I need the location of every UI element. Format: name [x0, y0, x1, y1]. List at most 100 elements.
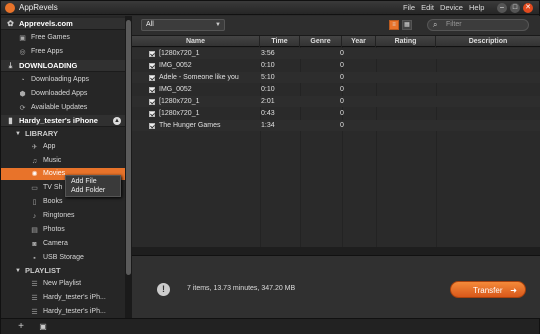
screen-icon[interactable]: ▣: [37, 321, 49, 332]
close-button[interactable]: ✕: [523, 3, 533, 13]
column-name[interactable]: Name: [132, 36, 260, 47]
playlist-icon: ☰: [31, 309, 38, 316]
row-checkbox[interactable]: [149, 123, 155, 129]
cell-time: 2:01: [261, 98, 275, 105]
arrow-right-icon: ➜: [510, 286, 517, 295]
sidebar-item-downloaded-apps[interactable]: ⬢ Downloaded Apps: [1, 88, 125, 100]
menu-edit[interactable]: Edit: [421, 3, 434, 12]
add-icon[interactable]: +: [15, 321, 27, 332]
cell-time: 0:10: [261, 62, 275, 69]
sidebar-device[interactable]: ▮ Hardy_tester's iPhone ▲: [1, 115, 125, 127]
table-row[interactable]: The Hunger Games 1:34 0: [132, 120, 540, 131]
filter-dropdown-value: All: [146, 21, 154, 28]
column-year[interactable]: Year: [342, 36, 376, 47]
row-checkbox[interactable]: [149, 63, 155, 69]
info-icon: !: [157, 283, 170, 296]
transfer-button[interactable]: Transfer ➜: [450, 281, 526, 298]
column-description[interactable]: Description: [436, 36, 540, 47]
sidebar-section-downloading[interactable]: ⤓ DOWNLOADING: [1, 60, 125, 72]
downloading-icon: ◔: [20, 77, 25, 84]
sidebar-scrollbar[interactable]: [125, 16, 132, 318]
grid-view-icon[interactable]: ▦: [402, 20, 412, 30]
device-name: Hardy_tester's iPhone: [19, 116, 98, 125]
playlist-label: PLAYLIST: [25, 266, 61, 275]
sidebar-item-camera[interactable]: ◙ Camera: [1, 238, 125, 250]
list-view-icon[interactable]: ≡: [389, 20, 399, 30]
sidebar-item-free-apps[interactable]: ◎ Free Apps: [1, 46, 125, 58]
table-row[interactable]: [1280x720_1 3:56 0: [132, 48, 540, 59]
sidebar-item-free-games[interactable]: ▣ Free Games: [1, 32, 125, 44]
title-bar: AppRevels File Edit Device Help – □ ✕: [1, 1, 539, 15]
window-controls: – □ ✕: [497, 3, 533, 13]
playlist-icon: ☰: [31, 281, 38, 288]
sidebar-item-photos[interactable]: ▤ Photos: [1, 224, 125, 236]
row-checkbox[interactable]: [149, 99, 155, 105]
playlist-item-hardy-1[interactable]: ☰ Hardy_tester's iPh...: [1, 292, 125, 304]
sidebar-item-label: Movies: [43, 170, 66, 177]
sidebar: ✿ Apprevels.com ▣ Free Games ◎ Free Apps…: [1, 16, 125, 318]
cell-year: 0: [340, 110, 344, 117]
cell-time: 3:56: [261, 50, 275, 57]
menu-device[interactable]: Device: [440, 3, 463, 12]
cell-year: 0: [340, 62, 344, 69]
sidebar-item-available-updates[interactable]: ⟳ Available Updates: [1, 102, 125, 114]
sidebar-item-app[interactable]: ✈ App: [1, 141, 125, 153]
cell-name: IMG_0052: [159, 62, 192, 69]
sidebar-item-label: Photos: [43, 226, 65, 233]
sidebar-item-label: USB Storage: [43, 254, 84, 261]
collapse-arrow-icon: ▼: [15, 131, 21, 137]
usb-icon: ▪: [33, 255, 36, 262]
filter-dropdown[interactable]: All ▼: [141, 19, 225, 31]
table-row[interactable]: [1280x720_1 0:43 0: [132, 108, 540, 119]
tv-icon: ▭: [31, 185, 38, 192]
row-checkbox[interactable]: [149, 87, 155, 93]
film-reel-icon: ✺: [31, 171, 38, 178]
sidebar-item-label: App: [43, 143, 56, 150]
cell-name: [1280x720_1: [159, 98, 200, 105]
maximize-button[interactable]: □: [510, 3, 520, 13]
sidebar-item-music[interactable]: ♫ Music: [1, 155, 125, 167]
eject-icon[interactable]: ▲: [113, 117, 121, 125]
app-icon: ✈: [31, 144, 38, 151]
cell-time: 0:43: [261, 110, 275, 117]
sidebar-item-downloading-apps[interactable]: ◔ Downloading Apps: [1, 74, 125, 86]
row-checkbox[interactable]: [149, 51, 155, 57]
menu-file[interactable]: File: [403, 3, 415, 12]
column-genre[interactable]: Genre: [300, 36, 342, 47]
sidebar-item-ringtones[interactable]: ♪ Ringtones: [1, 210, 125, 222]
minimize-button[interactable]: –: [497, 3, 507, 13]
context-add-file[interactable]: Add File: [66, 177, 120, 186]
table-row[interactable]: Adele - Someone like you 5:10 0: [132, 72, 540, 83]
menu-help[interactable]: Help: [469, 3, 484, 12]
app-window: AppRevels File Edit Device Help – □ ✕ ✿ …: [0, 0, 540, 334]
collapse-arrow-icon: ▼: [15, 268, 21, 274]
table-row[interactable]: IMG_0052 0:10 0: [132, 84, 540, 95]
cell-time: 1:34: [261, 122, 275, 129]
table-row[interactable]: IMG_0052 0:10 0: [132, 60, 540, 71]
sidebar-scroll-thumb[interactable]: [126, 20, 131, 275]
playlist-header[interactable]: ▼ PLAYLIST: [1, 265, 125, 277]
table-horizontal-scrollbar[interactable]: [132, 247, 540, 255]
row-checkbox[interactable]: [149, 75, 155, 81]
sidebar-item-usb-storage[interactable]: ▪ USB Storage: [1, 252, 125, 264]
sidebar-item-books[interactable]: ▯ Books: [1, 196, 125, 208]
column-time[interactable]: Time: [260, 36, 300, 47]
playlist-item-new[interactable]: ☰ New Playlist: [1, 278, 125, 290]
playlist-icon: ☰: [31, 295, 38, 302]
cell-name: [1280x720_1: [159, 50, 200, 57]
sidebar-item-label: Camera: [43, 240, 68, 247]
playlist-item-hardy-2[interactable]: ☰ Hardy_tester's iPh...: [1, 306, 125, 318]
sidebar-item-label: TV Sh: [43, 184, 63, 191]
table-row[interactable]: [1280x720_1 2:01 0: [132, 96, 540, 107]
downloaded-icon: ⬢: [19, 91, 26, 98]
cell-year: 0: [340, 98, 344, 105]
sidebar-section-apprevels[interactable]: ✿ Apprevels.com: [1, 18, 125, 30]
library-header[interactable]: ▼ LIBRARY: [1, 128, 125, 140]
column-rating[interactable]: Rating: [376, 36, 436, 47]
row-checkbox[interactable]: [149, 111, 155, 117]
cell-year: 0: [340, 122, 344, 129]
search-input[interactable]: ⌕ Filter: [427, 19, 529, 31]
app-logo-icon: [5, 3, 15, 13]
cell-year: 0: [340, 86, 344, 93]
context-add-folder[interactable]: Add Folder: [66, 186, 120, 195]
